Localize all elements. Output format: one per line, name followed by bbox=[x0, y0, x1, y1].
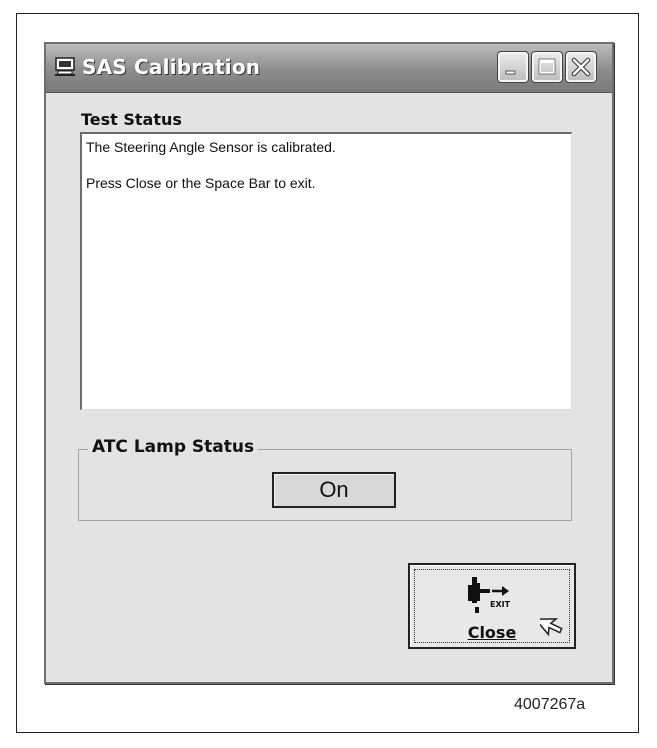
close-window-button[interactable] bbox=[565, 51, 597, 83]
maximize-icon bbox=[538, 58, 556, 75]
close-icon bbox=[571, 57, 591, 77]
minimize-icon bbox=[505, 70, 516, 75]
mouse-cursor-icon bbox=[540, 618, 563, 637]
figure-id: 4007267a bbox=[514, 696, 586, 713]
atc-lamp-status-value: On bbox=[272, 472, 396, 508]
title-bar[interactable]: SAS Calibration bbox=[46, 44, 612, 93]
close-button[interactable]: EXIT Close bbox=[408, 563, 576, 649]
maximize-button[interactable] bbox=[531, 51, 563, 83]
test-status-label: Test Status bbox=[81, 110, 182, 129]
window-title: SAS Calibration bbox=[82, 55, 261, 79]
minimize-button[interactable] bbox=[497, 51, 529, 83]
exit-icon-text: EXIT bbox=[490, 600, 511, 609]
atc-lamp-status-label: ATC Lamp Status bbox=[88, 437, 259, 457]
app-icon bbox=[55, 57, 75, 76]
sas-calibration-window: SAS Calibration Test Status The Steering… bbox=[44, 42, 614, 684]
test-status-textbox[interactable]: The Steering Angle Sensor is calibrated.… bbox=[80, 132, 572, 410]
exit-icon: EXIT bbox=[468, 577, 511, 613]
status-line: The Steering Angle Sensor is calibrated. bbox=[86, 139, 336, 155]
status-line: Press Close or the Space Bar to exit. bbox=[86, 175, 316, 191]
